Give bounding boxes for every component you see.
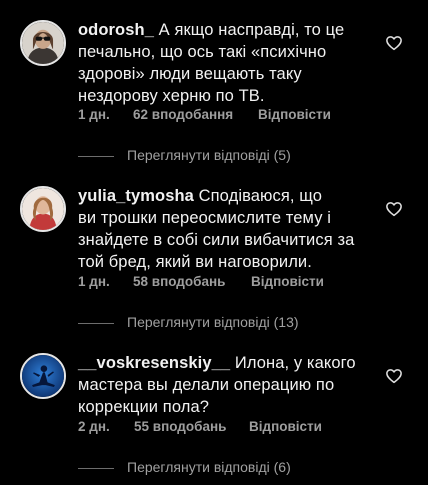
heart-outline-icon[interactable] <box>385 200 403 218</box>
comment-username[interactable]: __voskresenskiy__ <box>78 354 230 372</box>
profile-photo-icon <box>22 188 64 230</box>
view-replies-label[interactable]: Переглянути відповіді (13) <box>127 314 299 330</box>
comment-username[interactable]: odorosh_ <box>78 21 154 39</box>
comment-time: 1 дн. <box>78 107 110 122</box>
comment-username[interactable]: yulia_tymosha <box>78 187 194 205</box>
avatar[interactable] <box>20 20 66 66</box>
comment-body: __voskresenskiy__ Илона, у какого мастер… <box>78 352 378 418</box>
view-replies-label[interactable]: Переглянути відповіді (5) <box>127 147 291 163</box>
comment-body: yulia_tymosha Сподіваюся, що ви трошки п… <box>78 185 378 273</box>
likes-count[interactable]: 62 вподобання <box>133 107 233 122</box>
reply-button[interactable]: Відповісти <box>249 419 322 434</box>
avatar[interactable] <box>20 186 66 232</box>
reply-button[interactable]: Відповісти <box>251 274 324 289</box>
heart-outline-icon[interactable] <box>385 367 403 385</box>
heart-outline-icon[interactable] <box>385 34 403 52</box>
divider <box>78 156 114 157</box>
profile-photo-icon <box>22 22 64 64</box>
comment-body: odorosh_ А якщо насправді, то це печальн… <box>78 19 378 107</box>
likes-count[interactable]: 55 вподобань <box>134 419 226 434</box>
reply-button[interactable]: Відповісти <box>258 107 331 122</box>
comment-time: 2 дн. <box>78 419 110 434</box>
divider <box>78 323 114 324</box>
avatar[interactable] <box>20 353 66 399</box>
profile-photo-icon <box>22 355 64 397</box>
view-replies-label[interactable]: Переглянути відповіді (6) <box>127 459 291 475</box>
divider <box>78 468 114 469</box>
likes-count[interactable]: 58 вподобань <box>133 274 225 289</box>
comment-time: 1 дн. <box>78 274 110 289</box>
